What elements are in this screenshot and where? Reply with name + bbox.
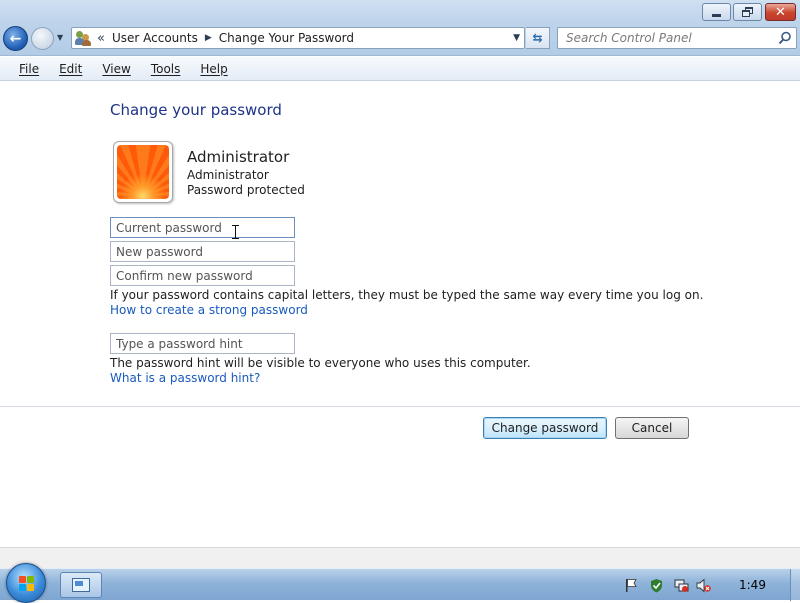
current-password-field[interactable] xyxy=(110,217,295,238)
taskbar: 1:49 xyxy=(0,563,800,603)
new-password-field[interactable] xyxy=(110,241,295,262)
minimize-icon xyxy=(712,13,721,17)
account-status: Password protected xyxy=(187,183,305,197)
search-input[interactable] xyxy=(564,29,769,47)
password-hint-help-link[interactable]: What is a password hint? xyxy=(110,371,260,385)
action-center-flag-icon[interactable] xyxy=(624,578,639,593)
menu-file[interactable]: File xyxy=(9,62,49,76)
breadcrumb-separator-icon[interactable]: ▶ xyxy=(205,33,212,43)
address-overflow-chevron[interactable]: « xyxy=(97,31,105,46)
breadcrumb-change-password[interactable]: Change Your Password xyxy=(219,31,354,45)
address-dropdown-icon[interactable]: ▼ xyxy=(513,33,520,43)
close-icon: ✕ xyxy=(775,4,786,20)
search-box[interactable] xyxy=(557,27,797,49)
strong-password-link[interactable]: How to create a strong password xyxy=(110,303,308,317)
forward-button[interactable] xyxy=(31,27,54,50)
back-button[interactable]: ← xyxy=(3,26,28,51)
user-accounts-icon xyxy=(75,30,93,46)
capitalization-note: If your password contains capital letter… xyxy=(110,288,704,302)
security-shield-icon[interactable] xyxy=(649,578,664,593)
hint-visibility-note: The password hint will be visible to eve… xyxy=(110,356,531,370)
restore-icon xyxy=(741,7,754,17)
control-panel-icon xyxy=(72,578,90,592)
taskbar-control-panel-button[interactable] xyxy=(60,572,102,598)
avatar xyxy=(113,141,173,203)
address-bar[interactable]: « User Accounts ▶ Change Your Password ▼ xyxy=(71,27,525,49)
page-title: Change your password xyxy=(110,101,282,119)
confirm-password-field[interactable] xyxy=(110,265,295,286)
change-password-button[interactable]: Change password xyxy=(483,417,607,439)
system-tray: 1:49 xyxy=(612,569,800,601)
account-type: Administrator xyxy=(187,168,269,182)
restore-button[interactable] xyxy=(733,3,762,21)
back-arrow-icon: ← xyxy=(9,30,22,47)
window-titlebar: ✕ ← ▼ « User Accounts ▶ Change Your Pass… xyxy=(0,0,800,56)
password-hint-field[interactable] xyxy=(110,333,295,354)
close-button[interactable]: ✕ xyxy=(765,3,796,21)
account-name: Administrator xyxy=(187,148,290,166)
system-clock[interactable]: 1:49 xyxy=(739,578,766,592)
network-icon[interactable] xyxy=(674,578,689,593)
menu-bar: File Edit View Tools Help xyxy=(0,57,800,81)
window-bottom-strip xyxy=(0,547,800,568)
refresh-button[interactable]: ⇆ xyxy=(526,27,550,49)
windows-logo-icon xyxy=(19,576,35,592)
search-icon[interactable] xyxy=(778,31,792,45)
flower-picture-icon xyxy=(117,145,169,199)
show-desktop-button[interactable] xyxy=(790,569,800,601)
start-button[interactable] xyxy=(6,563,46,603)
cancel-button[interactable]: Cancel xyxy=(615,417,689,439)
volume-muted-icon[interactable] xyxy=(696,578,711,593)
menu-tools[interactable]: Tools xyxy=(141,62,191,76)
footer-divider xyxy=(0,406,800,407)
menu-edit[interactable]: Edit xyxy=(49,62,92,76)
recent-pages-dropdown-icon[interactable]: ▼ xyxy=(57,33,63,42)
menu-help[interactable]: Help xyxy=(190,62,237,76)
minimize-button[interactable] xyxy=(702,3,731,21)
refresh-icon: ⇆ xyxy=(532,31,543,45)
breadcrumb-user-accounts[interactable]: User Accounts xyxy=(112,31,198,45)
menu-view[interactable]: View xyxy=(92,62,140,76)
